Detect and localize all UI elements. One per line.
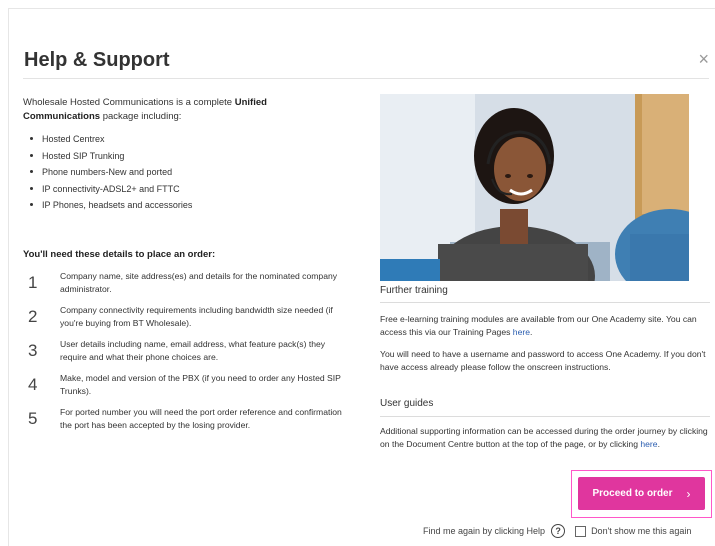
step-item: 5 For ported number you will need the po…: [28, 406, 348, 440]
close-icon[interactable]: ×: [698, 49, 709, 69]
step-item: 3 User details including name, email add…: [28, 338, 348, 372]
proceed-button-focus-ring: Proceed to order ›: [571, 470, 712, 518]
title-divider: [23, 78, 709, 79]
intro-text: Wholesale Hosted Communications is a com…: [23, 96, 333, 124]
steps-title: You'll need these details to place an or…: [23, 249, 216, 260]
further-training-text-2: You will need to have a username and pas…: [380, 349, 706, 372]
step-text: User details including name, email addre…: [60, 339, 326, 362]
help-icon[interactable]: ?: [551, 524, 566, 538]
dont-show-checkbox[interactable]: [575, 525, 587, 537]
step-number: 2: [28, 307, 38, 326]
further-training-heading: Further training: [380, 285, 448, 296]
dialog-title: Help & Support: [24, 49, 170, 71]
training-pages-link[interactable]: here: [513, 327, 530, 337]
list-item: Hosted Centrex: [30, 132, 330, 149]
intro-text-end: package including:: [100, 111, 182, 122]
further-training-divider: [380, 302, 710, 303]
list-item: Phone numbers-New and ported: [30, 165, 330, 182]
dont-show-label[interactable]: Don't show me this again: [591, 526, 691, 536]
list-item: Hosted SIP Trunking: [30, 149, 330, 166]
steps-list: 1 Company name, site address(es) and det…: [28, 270, 348, 440]
support-agent-illustration: [380, 94, 689, 281]
step-number: 1: [28, 273, 38, 292]
support-agent-photo: [380, 94, 689, 281]
further-training-text-end: .: [530, 326, 533, 337]
step-text: Make, model and version of the PBX (if y…: [60, 373, 341, 396]
step-item: 4 Make, model and version of the PBX (if…: [28, 372, 348, 406]
list-item: IP connectivity-ADSL2+ and FTTC: [30, 182, 330, 199]
step-number: 5: [28, 409, 38, 428]
further-training-text-1: Free e-learning training modules are ava…: [380, 313, 708, 338]
step-text: Company name, site address(es) and detai…: [60, 271, 338, 294]
step-number: 4: [28, 375, 38, 394]
proceed-to-order-button[interactable]: Proceed to order ›: [578, 477, 705, 510]
footer-bar: Find me again by clicking Help ? Don't s…: [423, 524, 709, 538]
proceed-label: Proceed to order: [592, 488, 673, 499]
step-text: Company connectivity requirements includ…: [60, 305, 333, 328]
step-item: 1 Company name, site address(es) and det…: [28, 270, 348, 304]
step-number: 3: [28, 341, 38, 360]
product-list: Hosted Centrex Hosted SIP Trunking Phone…: [30, 132, 330, 215]
step-item: 2 Company connectivity requirements incl…: [28, 304, 348, 338]
user-guides-divider: [380, 416, 710, 417]
chevron-right-icon: ›: [686, 486, 691, 501]
list-item: IP Phones, headsets and accessories: [30, 198, 330, 215]
user-guides-heading: User guides: [380, 398, 434, 409]
find-help-text: Find me again by clicking Help: [423, 526, 546, 536]
document-centre-link[interactable]: here: [640, 439, 657, 449]
further-training-text-start: Free e-learning training modules are ava…: [380, 314, 697, 337]
intro-text-start: Wholesale Hosted Communications is a com…: [23, 97, 235, 108]
user-guides-text-end: .: [657, 438, 660, 449]
step-text: For ported number you will need the port…: [60, 407, 342, 430]
user-guides-text: Additional supporting information can be…: [380, 425, 708, 450]
